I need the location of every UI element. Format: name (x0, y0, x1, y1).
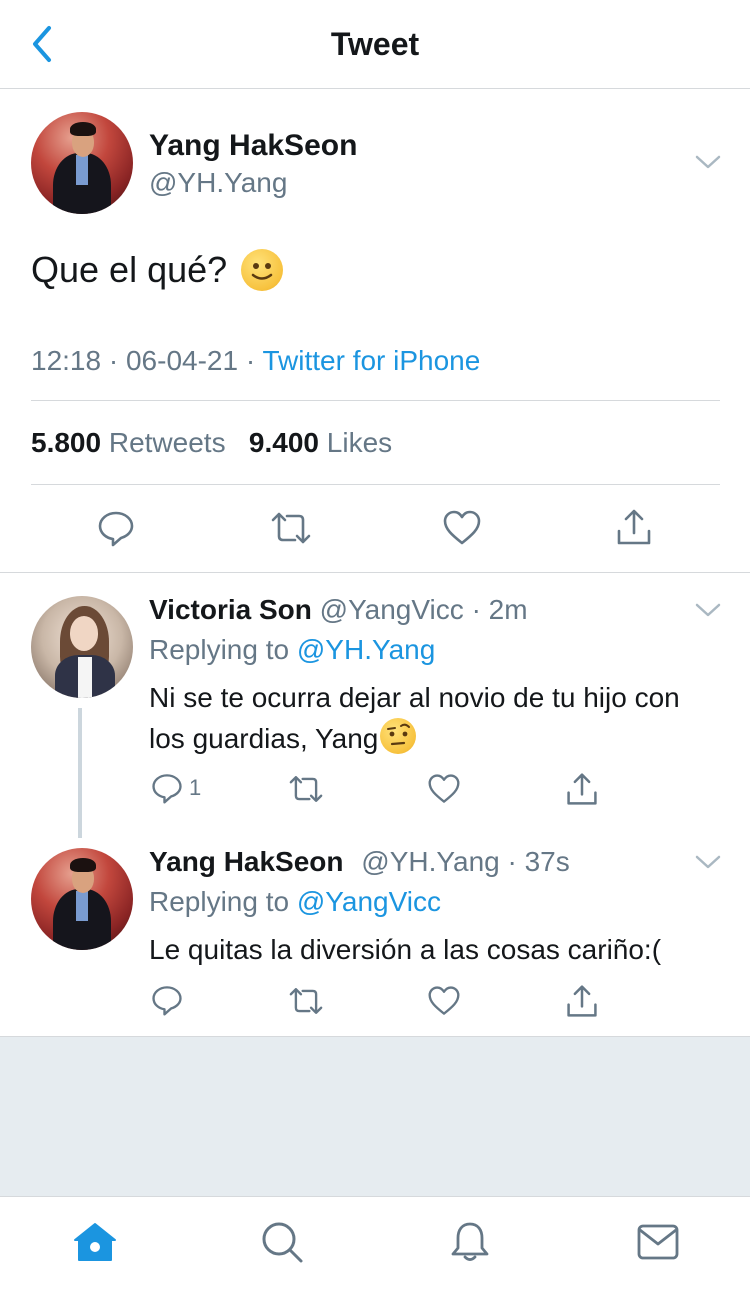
reply-text: Le quitas la diversión a las cosas cariñ… (149, 934, 662, 965)
search-icon (262, 1222, 303, 1263)
share-button[interactable] (615, 507, 653, 547)
retweets-count[interactable]: 5.800 (31, 427, 101, 458)
heart-icon (428, 986, 460, 1015)
tab-messages[interactable] (635, 1219, 681, 1265)
author-handle[interactable]: @YH.Yang (361, 846, 499, 877)
mention-link[interactable]: @YH.Yang (297, 634, 435, 665)
tweet-options-button[interactable] (693, 595, 723, 625)
divider (31, 400, 720, 401)
tweet-stats: 5.800 Retweets 9.400 Likes (31, 427, 392, 459)
retweet-button[interactable] (287, 985, 325, 1017)
tweet-source-link[interactable]: Twitter for iPhone (262, 345, 480, 376)
main-tweet: Yang HakSeon @YH.Yang Que el qué? 12:18 … (0, 89, 750, 573)
retweet-icon (271, 512, 311, 544)
retweets-label[interactable]: Retweets (109, 427, 226, 458)
mention-link[interactable]: @YangVicc (297, 886, 441, 917)
tab-search[interactable] (259, 1219, 305, 1265)
heart-icon (443, 510, 481, 545)
reply-count: 1 (189, 775, 202, 800)
divider (31, 484, 720, 485)
top-nav-bar: Tweet (0, 0, 750, 89)
reply-header: Yang HakSeon @YH.Yang · 37s (149, 846, 570, 877)
replying-to: Replying to @YH.Yang (149, 634, 436, 665)
reply-button[interactable] (97, 509, 135, 547)
like-button[interactable] (442, 509, 482, 547)
avatar[interactable] (31, 112, 133, 214)
retweet-button[interactable] (287, 773, 325, 805)
notifications-bell-icon (451, 1222, 489, 1261)
reply-header: Victoria Son @YangVicc · 2m (149, 594, 528, 625)
reply-bubble-icon (152, 986, 182, 1016)
reply-time: 2m (488, 594, 528, 625)
like-button[interactable] (427, 985, 461, 1017)
author-handle[interactable]: @YangVicc (320, 594, 464, 625)
likes-label[interactable]: Likes (327, 427, 392, 458)
like-button[interactable] (427, 773, 461, 805)
avatar[interactable] (31, 596, 133, 698)
retweet-button[interactable] (269, 509, 313, 547)
chevron-down-icon (695, 603, 721, 617)
reply-button[interactable] (151, 984, 183, 1016)
share-icon (567, 985, 597, 1017)
share-icon (617, 509, 651, 545)
reply-time: 37s (524, 846, 570, 877)
tab-home[interactable] (72, 1219, 118, 1265)
chevron-down-icon (695, 855, 721, 869)
tab-notifications[interactable] (447, 1219, 493, 1265)
replying-to: Replying to @YangVicc (149, 886, 442, 917)
tweet-text-content: Que el qué? (31, 249, 228, 290)
face-with-raised-eyebrow-icon (380, 718, 417, 754)
author-name[interactable]: Victoria Son (149, 594, 312, 625)
home-icon (74, 1223, 116, 1261)
chevron-down-icon (695, 155, 721, 169)
slightly-smiling-face-icon (241, 249, 284, 291)
tweet-date: 06-04-21 (125, 345, 239, 376)
reply-button[interactable]: 1 (151, 772, 201, 804)
reply-bubble-icon (152, 774, 182, 804)
thread-connector-line (78, 708, 82, 838)
messages-envelope-icon (637, 1224, 679, 1260)
tweet-text: Que el qué? (31, 249, 284, 291)
tweet-time: 12:18 (31, 345, 102, 376)
retweet-icon (289, 776, 323, 802)
tweet-options-button[interactable] (693, 847, 723, 877)
page-title: Tweet (330, 26, 420, 62)
bottom-tab-bar (0, 1196, 750, 1294)
share-button[interactable] (565, 983, 599, 1019)
tweet-options-button[interactable] (693, 147, 723, 177)
share-button[interactable] (565, 771, 599, 807)
avatar[interactable] (31, 848, 133, 950)
reply-text: Ni se te ocurra dejar al novio de tu hij… (149, 682, 680, 754)
likes-count[interactable]: 9.400 (249, 427, 319, 458)
heart-icon (428, 774, 460, 803)
author-handle[interactable]: @YH.Yang (149, 167, 287, 199)
share-icon (567, 773, 597, 805)
retweet-icon (289, 988, 323, 1014)
empty-background (0, 1036, 750, 1196)
author-name[interactable]: Yang HakSeon (149, 846, 344, 877)
tweet-meta: 12:18 · 06-04-21 · Twitter for iPhone (31, 345, 481, 376)
reply-bubble-icon (98, 511, 134, 547)
author-name[interactable]: Yang HakSeon (149, 129, 357, 163)
